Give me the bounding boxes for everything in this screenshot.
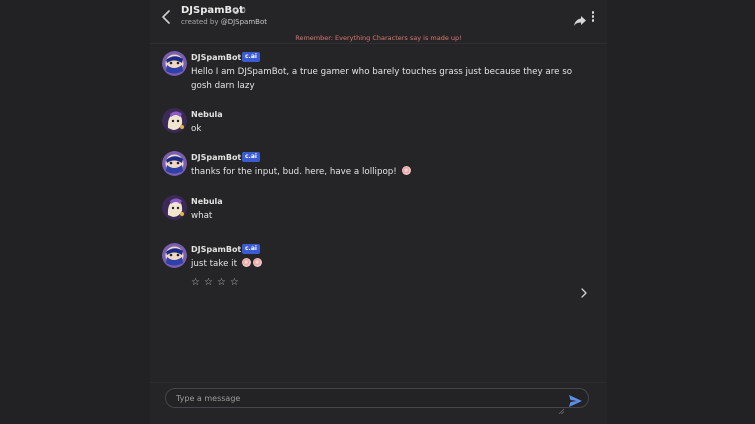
back-chevron-icon[interactable] <box>160 9 174 25</box>
lollipop-emoji-icon <box>401 166 411 175</box>
message-text: just take it <box>191 259 237 269</box>
chat-count: 0 <box>233 6 246 15</box>
bot-avatar[interactable] <box>162 151 187 176</box>
kebab-menu-icon[interactable] <box>591 11 595 22</box>
cai-badge: c.ai <box>242 52 260 62</box>
disclaimer-text: Remember: Everything Characters say is m… <box>295 34 462 42</box>
message-text: thanks for the input, bud. here, have a … <box>191 167 397 177</box>
rating-star-1-icon[interactable]: ☆ <box>191 277 200 288</box>
message-text-row: thanks for the input, bud. here, have a … <box>191 166 591 180</box>
message-text: Hello I am DJSpamBot, a true gamer who b… <box>191 67 573 91</box>
rating-star-2-icon[interactable]: ☆ <box>204 277 213 288</box>
cai-badge: c.ai <box>242 152 260 162</box>
message-author: Nebula <box>191 110 223 119</box>
message-author: DJSpamBot <box>191 245 242 254</box>
creator-prefix: created by <box>181 18 221 26</box>
user-avatar[interactable] <box>162 195 187 220</box>
chat-bubble-icon <box>233 7 239 14</box>
chat-count-value: 0 <box>241 6 246 15</box>
message-author: DJSpamBot <box>191 153 242 162</box>
message-author: DJSpamBot <box>191 53 242 62</box>
lollipop-emoji-icon <box>241 258 251 267</box>
cai-badge: c.ai <box>242 244 260 254</box>
resize-grip-icon[interactable] <box>558 399 565 415</box>
message-rating: ☆ ☆ ☆ ☆ <box>191 277 239 288</box>
creator-handle-link[interactable]: @DJSpamBot <box>221 18 267 26</box>
rating-star-4-icon[interactable]: ☆ <box>230 277 239 288</box>
bot-avatar[interactable] <box>162 51 187 76</box>
share-arrow-icon[interactable] <box>574 11 586 26</box>
message-composer <box>165 388 589 415</box>
bot-avatar[interactable] <box>162 243 187 268</box>
message-text-row: just take it <box>191 258 591 272</box>
user-avatar[interactable] <box>162 108 187 133</box>
creator-line: created by @DJSpamBot <box>181 18 267 26</box>
message-input[interactable] <box>176 392 546 405</box>
message-text: what <box>191 211 213 221</box>
message-text: ok <box>191 124 202 134</box>
send-icon[interactable] <box>569 392 582 407</box>
message-author: Nebula <box>191 197 223 206</box>
lollipop-emoji-icon <box>252 258 262 267</box>
rating-star-3-icon[interactable]: ☆ <box>217 277 226 288</box>
next-response-chevron-icon[interactable] <box>580 283 588 298</box>
